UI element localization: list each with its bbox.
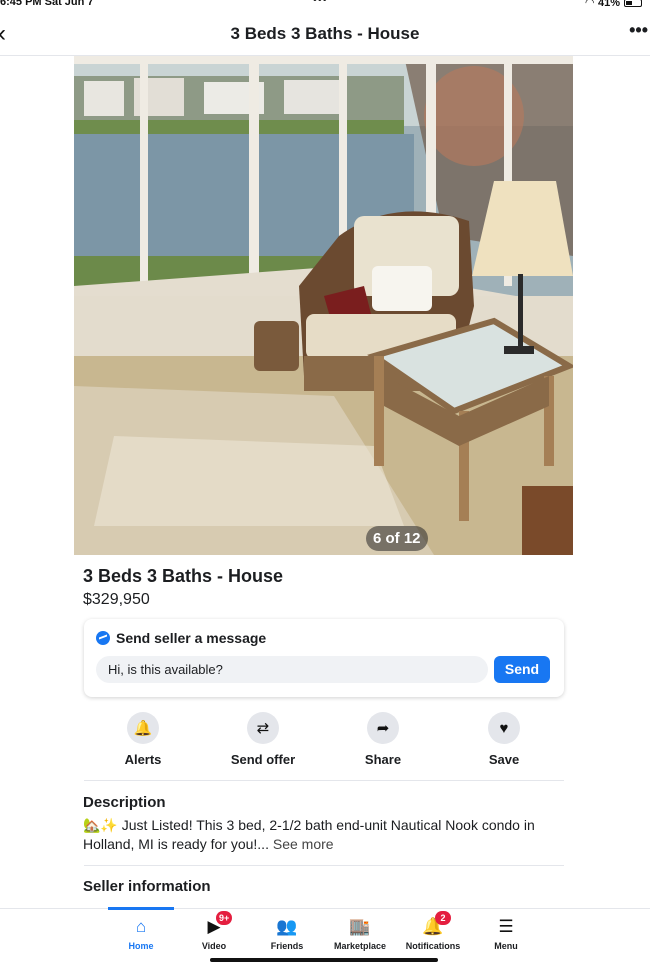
bottom-nav: ⌂ Home ▶ 9+ Video 👥 Friends 🏬 Marketplac…: [0, 907, 650, 962]
offer-icon: ⇄: [247, 712, 279, 744]
seller-information-title: Seller information: [83, 878, 211, 895]
nav-marketplace-label: Marketplace: [333, 941, 387, 951]
top-nav: ‹ 3 Beds 3 Baths - House •••: [0, 12, 650, 56]
notifications-icon: 🔔 2: [393, 911, 473, 939]
home-indicator[interactable]: [210, 958, 438, 962]
save-button[interactable]: ♥ Save: [454, 712, 554, 767]
listing-actions: 🔔 Alerts ⇄ Send offer ➦ Share ♥ Save: [84, 712, 564, 772]
status-right: ◠ 41%: [585, 0, 642, 9]
nav-video-label: Video: [201, 941, 227, 951]
wifi-icon: ◠: [585, 0, 594, 9]
save-label: Save: [488, 752, 520, 767]
nav-notifications[interactable]: 🔔 2 Notifications: [393, 911, 473, 951]
share-arrow-icon: ➦: [367, 712, 399, 744]
status-time: 6:45 PM Sat Jun 7: [0, 0, 94, 8]
nav-menu[interactable]: ☰ Menu: [466, 915, 546, 951]
nav-home[interactable]: ⌂ Home: [101, 915, 181, 951]
home-icon: ⌂: [135, 917, 147, 936]
more-options-icon[interactable]: •••: [629, 20, 648, 41]
divider: [84, 780, 564, 781]
house-sparkle-emoji: 🏡✨: [83, 817, 118, 833]
marketplace-icon: 🏬: [349, 917, 371, 936]
alerts-button[interactable]: 🔔 Alerts: [93, 712, 193, 767]
share-button[interactable]: ➦ Share: [333, 712, 433, 767]
nav-video[interactable]: ▶ 9+ Video: [174, 911, 254, 951]
divider: [84, 865, 564, 866]
description-title: Description: [83, 794, 166, 811]
description-text: 🏡✨ Just Listed! This 3 bed, 2-1/2 bath e…: [83, 816, 573, 854]
message-card-heading: Send seller a message: [116, 630, 267, 646]
video-icon: ▶ 9+: [174, 911, 254, 939]
nav-friends-label: Friends: [270, 941, 304, 951]
multitask-dots[interactable]: •••: [313, 0, 328, 6]
friends-icon: 👥: [276, 917, 298, 936]
sunroom-photo: [74, 56, 573, 555]
notifications-badge: 2: [435, 911, 451, 925]
alerts-label: Alerts: [124, 752, 162, 767]
see-more-link[interactable]: See more: [269, 836, 334, 852]
listing-photo[interactable]: 6 of 12: [74, 56, 573, 555]
nav-home-label: Home: [128, 941, 154, 951]
share-label: Share: [364, 752, 402, 767]
menu-icon: ☰: [498, 917, 514, 936]
send-offer-button[interactable]: ⇄ Send offer: [213, 712, 313, 767]
nav-notifications-label: Notifications: [405, 941, 461, 951]
battery-icon: [624, 0, 642, 7]
listing-title: 3 Beds 3 Baths - House: [83, 566, 284, 586]
heart-icon: ♥: [488, 712, 520, 744]
message-input[interactable]: [96, 656, 488, 683]
page-title: 3 Beds 3 Baths - House: [230, 24, 420, 43]
send-button[interactable]: Send: [494, 656, 550, 683]
nav-marketplace[interactable]: 🏬 Marketplace: [320, 915, 400, 951]
message-seller-card: Send seller a message Send: [84, 619, 564, 697]
status-bar: 6:45 PM Sat Jun 7 ••• ◠ 41%: [0, 0, 650, 10]
nav-menu-label: Menu: [494, 941, 518, 951]
bell-icon: 🔔: [127, 712, 159, 744]
battery-percent: 41%: [597, 0, 620, 9]
send-offer-label: Send offer: [230, 752, 296, 767]
active-tab-indicator: [108, 907, 174, 910]
message-card-header: Send seller a message: [96, 630, 266, 646]
listing-price: $329,950: [83, 591, 150, 608]
messenger-icon: [96, 631, 110, 645]
video-badge: 9+: [216, 911, 233, 925]
nav-friends[interactable]: 👥 Friends: [247, 915, 327, 951]
photo-counter: 6 of 12: [366, 526, 428, 551]
